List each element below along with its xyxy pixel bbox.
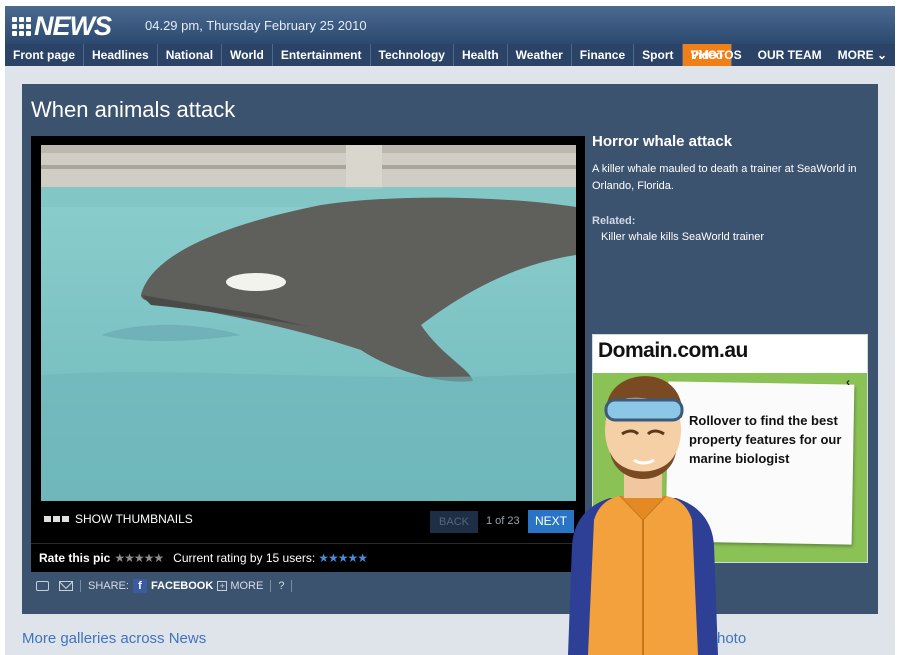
caption-text: A killer whale mauled to death a trainer… bbox=[592, 163, 857, 192]
photo-counter: 1 of 23 bbox=[486, 515, 520, 527]
nav-more-dropdown[interactable]: MORE ⌄ bbox=[830, 44, 895, 66]
nav-photos[interactable]: PHOTOS bbox=[683, 44, 749, 66]
nav-right-group: PHOTOS OUR TEAM MORE ⌄ bbox=[683, 44, 895, 66]
nav-our-team[interactable]: OUR TEAM bbox=[750, 44, 830, 66]
facebook-icon[interactable]: f bbox=[132, 579, 147, 593]
site-header: NEWS 04.29 pm, Thursday February 25 2010 bbox=[5, 6, 895, 44]
nav-national[interactable]: National bbox=[158, 44, 223, 66]
nav-front-page[interactable]: Front page bbox=[5, 44, 84, 66]
gallery-photo[interactable] bbox=[41, 145, 576, 501]
rate-stars-input[interactable]: ★★★★★ bbox=[114, 551, 164, 565]
plus-icon[interactable]: + bbox=[217, 581, 228, 591]
back-button[interactable]: BACK bbox=[430, 511, 478, 533]
logo-text: NEWS bbox=[34, 10, 112, 41]
email-icon[interactable] bbox=[59, 581, 73, 591]
rating-text: Current rating by 15 users: bbox=[173, 551, 316, 565]
main-nav: Front page Headlines National World Ente… bbox=[5, 44, 895, 66]
marine-biologist-character[interactable] bbox=[558, 370, 728, 655]
nine-news-logo[interactable]: NEWS bbox=[12, 10, 112, 41]
nav-technology[interactable]: Technology bbox=[371, 44, 454, 66]
show-thumbnails-label: SHOW THUMBNAILS bbox=[75, 512, 193, 526]
related-story-link[interactable]: Killer whale kills SeaWorld trainer bbox=[601, 231, 764, 243]
share-row: SHARE: f FACEBOOK + MORE ? bbox=[36, 578, 299, 594]
nav-entertainment[interactable]: Entertainment bbox=[273, 44, 371, 66]
nav-weather[interactable]: Weather bbox=[508, 44, 572, 66]
nav-sport[interactable]: Sport bbox=[634, 44, 683, 66]
thumbnails-icon bbox=[44, 516, 69, 522]
photo-link[interactable]: hoto bbox=[717, 630, 746, 647]
nine-dots-icon bbox=[12, 16, 31, 36]
nav-health[interactable]: Health bbox=[454, 44, 508, 66]
facebook-share-link[interactable]: FACEBOOK bbox=[151, 580, 213, 592]
nav-headlines[interactable]: Headlines bbox=[84, 44, 158, 66]
rate-label: Rate this pic bbox=[39, 551, 111, 565]
gallery-title: When animals attack bbox=[31, 97, 236, 122]
related-label: Related: bbox=[592, 215, 636, 227]
nav-finance[interactable]: Finance bbox=[572, 44, 635, 66]
domain-logo: Domain.com.au bbox=[598, 339, 748, 362]
nav-world[interactable]: World bbox=[222, 44, 273, 66]
more-galleries-link[interactable]: More galleries across News bbox=[22, 630, 206, 647]
help-link[interactable]: ? bbox=[278, 580, 284, 592]
ad-close-icon[interactable]: ‹ bbox=[846, 375, 850, 389]
share-label: SHARE: bbox=[88, 580, 129, 592]
divider bbox=[80, 580, 81, 592]
more-share-link[interactable]: MORE bbox=[230, 580, 263, 592]
divider bbox=[270, 580, 272, 592]
killer-whale-photo bbox=[41, 145, 576, 501]
current-rating-stars: ★★★★★ bbox=[318, 551, 368, 565]
datestamp: 04.29 pm, Thursday February 25 2010 bbox=[145, 18, 367, 33]
show-thumbnails-toggle[interactable]: SHOW THUMBNAILS bbox=[44, 512, 193, 526]
caption-title: Horror whale attack bbox=[592, 133, 733, 150]
rating-row: Rate this pic ★★★★★ Current rating by 15… bbox=[31, 543, 585, 572]
print-icon[interactable] bbox=[36, 581, 49, 591]
divider bbox=[291, 580, 293, 592]
